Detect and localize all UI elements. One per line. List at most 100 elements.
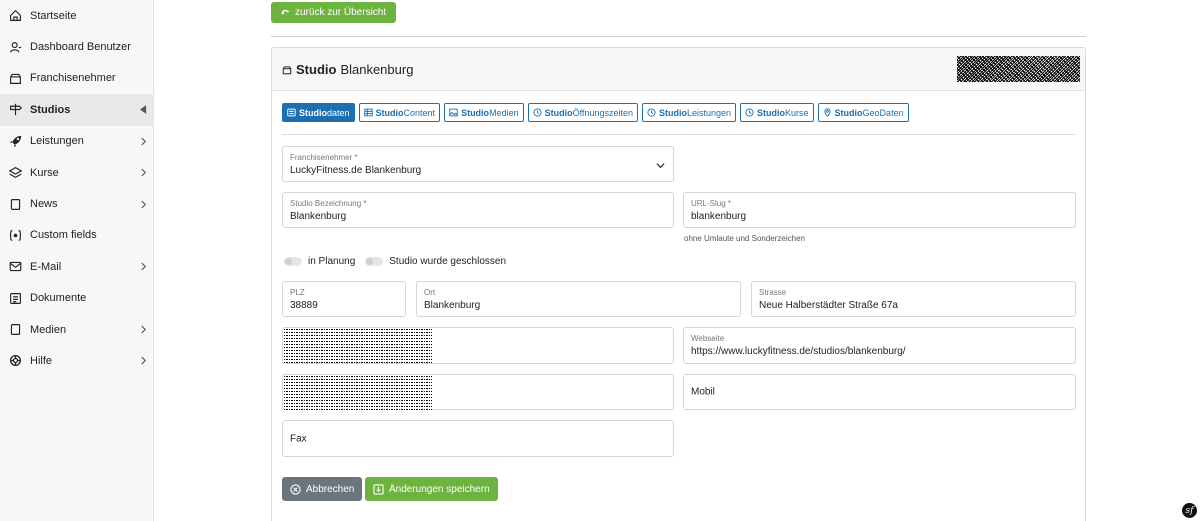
tab-geodaten[interactable]: Studio GeoDaten (817, 103, 909, 122)
tab-label-bold: Studio (834, 107, 863, 118)
tab-label-rest: Öffnungszeiten (572, 107, 633, 118)
chevron-right-icon (139, 168, 147, 178)
toggle-label: Studio wurde geschlossen (389, 256, 507, 267)
chevron-right-icon (139, 262, 147, 272)
field-value: https://www.luckyfitness.de/studios/blan… (691, 346, 906, 357)
building-icon (282, 65, 292, 74)
field-placeholder: Fax (290, 433, 307, 444)
field-value: Blankenburg (424, 300, 481, 311)
chevron-down-icon (656, 163, 665, 169)
sidebar-item-hilfe[interactable]: Hilfe (0, 345, 153, 376)
chevron-right-icon (139, 199, 147, 209)
sidebar-item-label: Dashboard Benutzer (30, 41, 131, 54)
sidebar-item-label: Franchisenehmer (30, 72, 116, 85)
lifebuoy-icon (8, 354, 22, 368)
tab-leistungen[interactable]: Studio Leistungen (641, 103, 737, 122)
tab-kurse[interactable]: Studio Kurse (740, 103, 814, 122)
field-value: Blankenburg (290, 211, 347, 222)
sidebar-item-studios[interactable]: Studios (0, 94, 153, 126)
chevron-right-icon (139, 356, 147, 366)
image-icon (449, 108, 458, 117)
rocket-icon (8, 134, 22, 148)
chevron-right-icon (139, 325, 147, 335)
mail-icon (8, 260, 22, 274)
tab-label-rest: Content (403, 107, 436, 118)
card-header: Studio Blankenburg (272, 48, 1085, 91)
mobil-field[interactable]: Mobil (683, 374, 1076, 410)
sidebar-item-label: Custom fields (30, 229, 97, 242)
signpost-icon (8, 103, 22, 117)
sidebar-item-label: Leistungen (30, 135, 84, 148)
cancel-button[interactable]: Abbrechen (282, 477, 363, 501)
studio-geschlossen-toggle[interactable] (365, 257, 384, 266)
sidebar-item-dashboard-benutzer[interactable]: Dashboard Benutzer (0, 31, 153, 62)
tab-label-rest: Leistungen (686, 107, 732, 118)
fax-field[interactable]: Fax (282, 420, 674, 457)
chevron-right-icon (139, 136, 147, 146)
field-value: blankenburg (691, 211, 747, 222)
field-value: LuckyFitness.de Blankenburg (290, 165, 422, 176)
studio-card: Studio Blankenburg Studio daten Studio Con… (271, 47, 1086, 521)
sidebar-item-news[interactable]: News (0, 188, 153, 219)
field-label: Ort (424, 288, 436, 297)
webseite-field[interactable]: Webseite https://www.luckyfitness.de/stu… (683, 327, 1076, 364)
caret-left-icon (139, 105, 147, 115)
sidebar-item-label: Dokumente (30, 292, 87, 305)
symfony-logo-icon[interactable]: sf (1182, 503, 1197, 518)
tab-studiodaten[interactable]: Studio daten (282, 103, 355, 122)
franchisenehmer-select[interactable]: Franchisenehmer * LuckyFitness.de Blanke… (282, 146, 674, 182)
sidebar-item-kurse[interactable]: Kurse (0, 157, 153, 188)
table-icon (363, 108, 373, 117)
redacted-field[interactable] (282, 374, 674, 410)
tab-label-rest: GeoDaten (862, 107, 904, 118)
url-slug-hint: ohne Umlaute und Sonderzeichen (684, 234, 805, 243)
tab-label-bold: Studio (299, 107, 327, 118)
field-label: Webseite (691, 334, 725, 343)
brackets-icon (8, 228, 22, 242)
user-icon (8, 40, 22, 54)
save-button-label: Änderungen speichern (389, 483, 490, 495)
home-icon (8, 9, 22, 23)
undo-icon (281, 9, 290, 15)
tab-label-bold: Studio (658, 107, 687, 118)
redacted-code-image (957, 56, 1080, 82)
strasse-field[interactable]: Strasse Neue Halberstädter Straße 67a (751, 281, 1076, 317)
cancel-button-label: Abbrechen (306, 483, 355, 495)
clock-icon (647, 108, 656, 117)
field-placeholder: Mobil (691, 386, 715, 398)
url-slug-field[interactable]: URL-Slug * blankenburg (683, 192, 1076, 228)
studio-bezeichnung-field[interactable]: Studio Bezeichnung * Blankenburg (282, 192, 674, 228)
sidebar-item-custom-fields[interactable]: Custom fields (0, 220, 153, 251)
save-button[interactable]: Änderungen speichern (365, 477, 498, 501)
title-bold: Studio (296, 62, 337, 77)
in-planung-toggle[interactable] (284, 257, 302, 266)
toggle-label: in Planung (308, 256, 356, 267)
redacted-field[interactable] (282, 327, 674, 364)
tab-studiocontent[interactable]: Studio Content (358, 103, 441, 122)
sidebar: Startseite Dashboard Benutzer Franchisen… (0, 0, 154, 521)
sidebar-item-franchisenehmer[interactable]: Franchisenehmer (0, 63, 153, 94)
sidebar-item-label: E-Mail (30, 260, 62, 273)
tab-label-bold: Studio (757, 107, 786, 118)
tab-label-bold: Studio (544, 107, 573, 118)
tab-studiomedien[interactable]: Studio Medien (444, 103, 524, 122)
back-to-overview-button[interactable]: zurück zur Übersicht (271, 2, 397, 23)
field-label: PLZ (290, 288, 305, 297)
field-label: URL-Slug * (691, 199, 732, 208)
sidebar-item-email[interactable]: E-Mail (0, 251, 153, 282)
plz-field[interactable]: PLZ 38889 (282, 281, 406, 317)
field-label: Studio Bezeichnung * (290, 199, 367, 208)
sidebar-item-startseite[interactable]: Startseite (0, 0, 153, 31)
building-icon (8, 71, 22, 85)
map-pin-icon (823, 108, 831, 117)
sidebar-item-medien[interactable]: Medien (0, 314, 153, 345)
tab-oeffnungszeiten[interactable]: Studio Öffnungszeiten (527, 103, 638, 122)
status-toggles: in Planung Studio wurde geschlossen (284, 256, 516, 267)
ort-field[interactable]: Ort Blankenburg (416, 281, 741, 317)
tab-label-rest: Medien (489, 107, 519, 118)
sidebar-item-leistungen[interactable]: Leistungen (0, 126, 153, 157)
tab-label-rest: Kurse (785, 107, 809, 118)
clock-icon (533, 108, 542, 117)
sidebar-item-dokumente[interactable]: Dokumente (0, 283, 153, 314)
layers-icon (8, 166, 22, 180)
